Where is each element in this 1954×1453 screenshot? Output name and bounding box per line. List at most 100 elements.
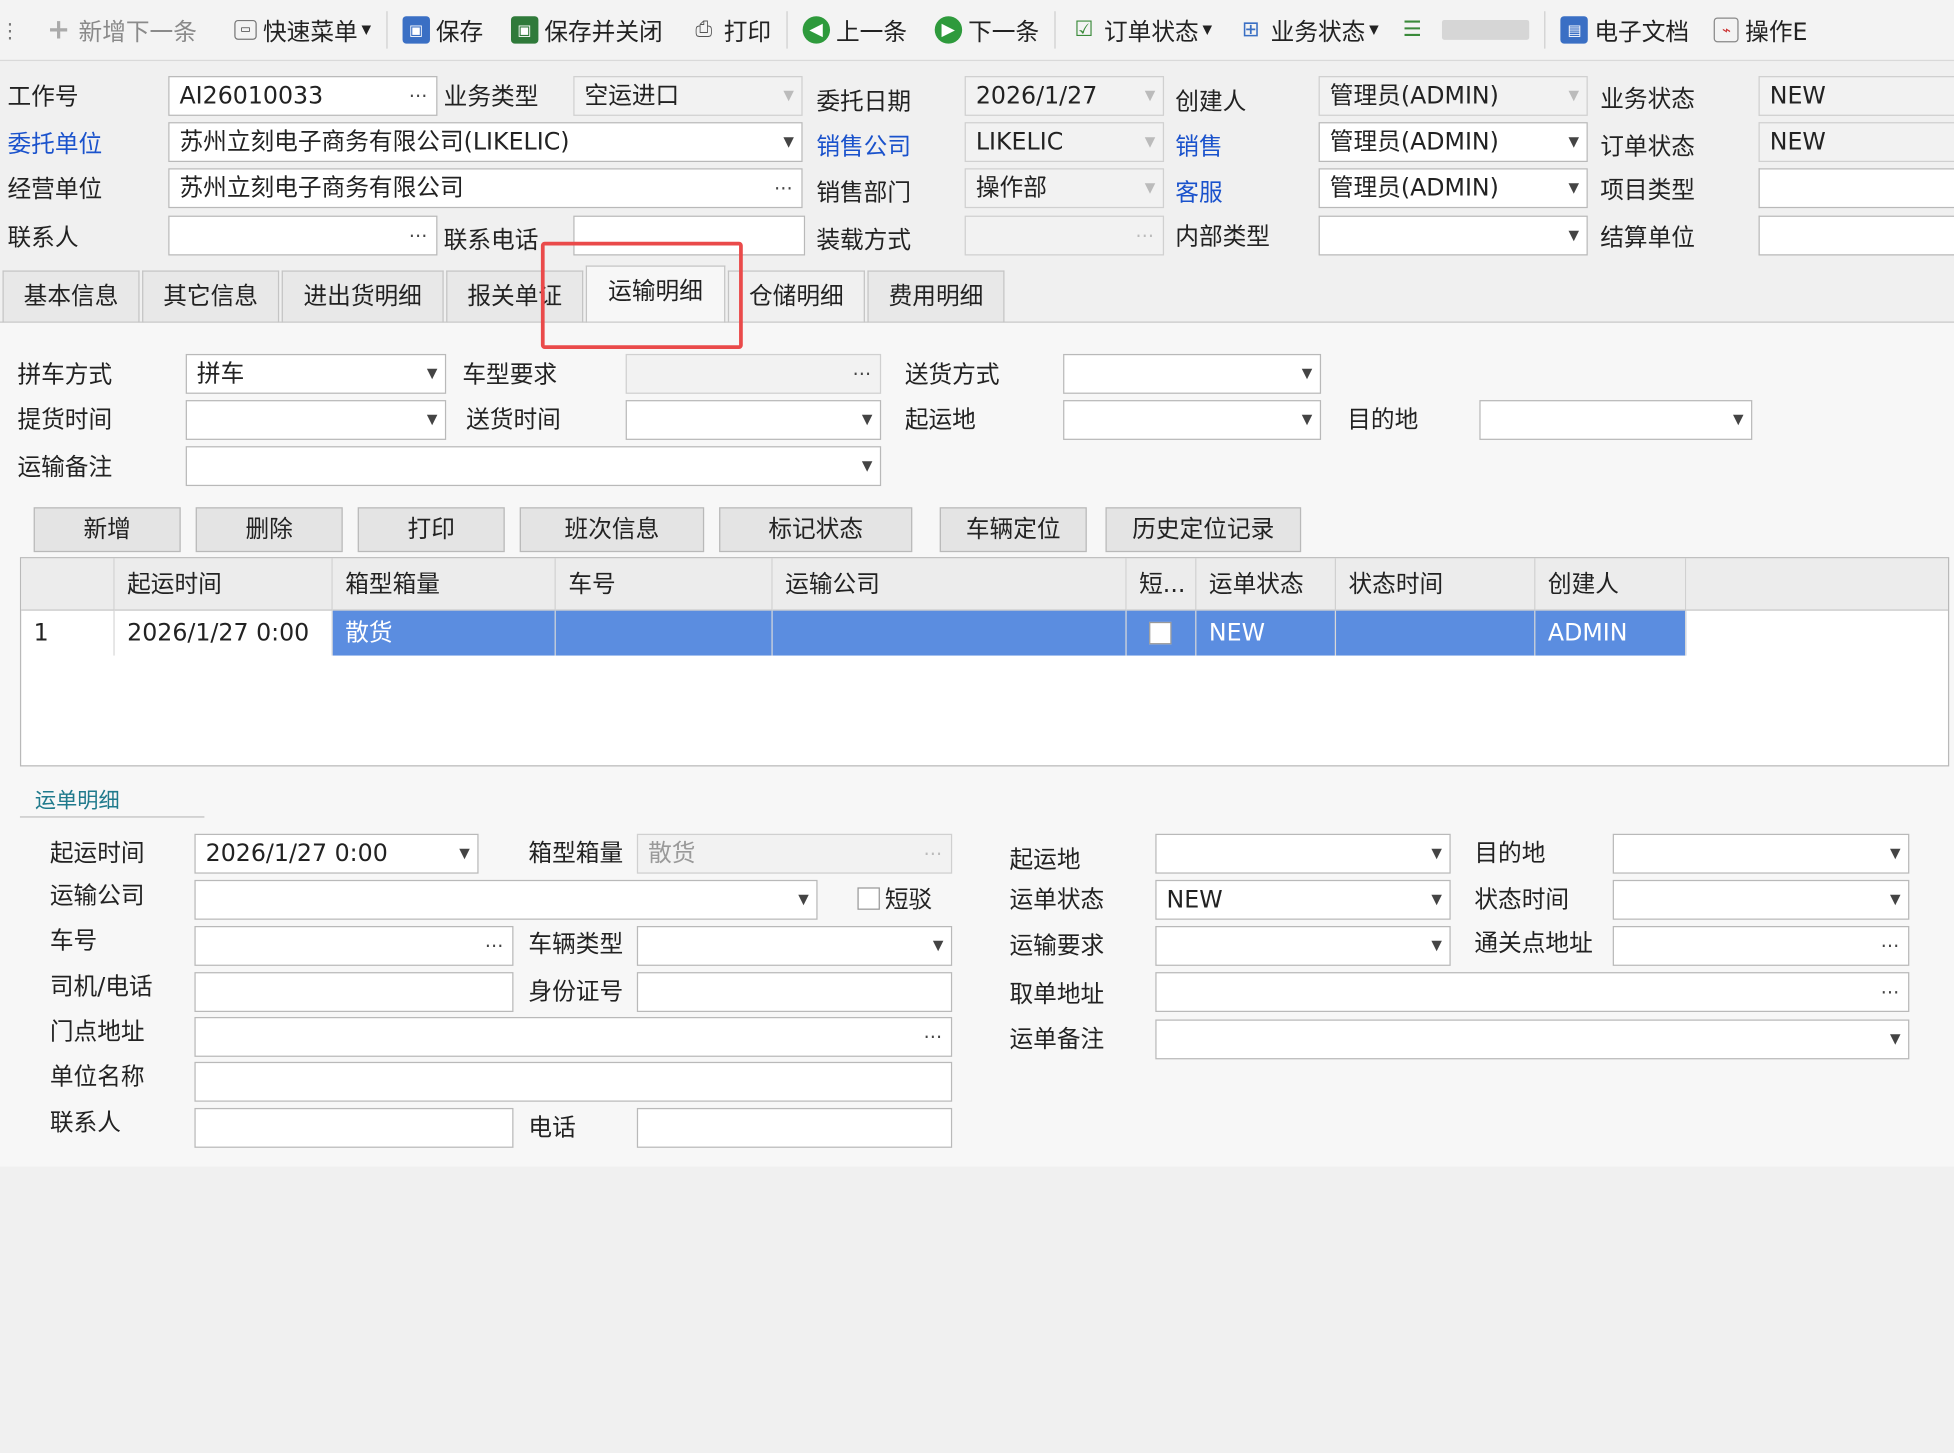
tab-basic-info[interactable]: 基本信息 bbox=[2, 270, 140, 323]
ellipsis-icon[interactable]: … bbox=[1881, 973, 1901, 1005]
wb-status-select[interactable]: NEW ▼ bbox=[1155, 879, 1451, 920]
wb-carrier-select[interactable]: ▼ bbox=[194, 879, 818, 920]
location-history-button[interactable]: 历史定位记录 bbox=[1105, 507, 1302, 553]
wb-phone-label: 电话 bbox=[528, 1114, 576, 1142]
ellipsis-icon[interactable]: … bbox=[485, 927, 505, 959]
blurred-menu-button[interactable]: ☰ bbox=[1391, 7, 1537, 52]
entrust-date-field[interactable]: 2026/1/27 ▼ bbox=[964, 76, 1165, 116]
wb-phone-field[interactable] bbox=[636, 1107, 953, 1148]
grid-cell-creator[interactable]: ADMIN bbox=[1535, 610, 1687, 656]
delete-button[interactable]: 删除 bbox=[195, 507, 343, 553]
short-checkbox[interactable] bbox=[1149, 621, 1172, 645]
print-button[interactable]: ⎙ 打印 bbox=[683, 7, 779, 52]
mark-status-button[interactable]: 标记状态 bbox=[719, 507, 913, 553]
save-close-button[interactable]: ▣ 保存并关闭 bbox=[503, 7, 670, 52]
add-button[interactable]: 新增 bbox=[33, 507, 181, 553]
wb-driver-field[interactable] bbox=[194, 972, 514, 1012]
wb-transport-req-select[interactable]: ▼ bbox=[1155, 926, 1451, 966]
prev-label: 上一条 bbox=[835, 18, 908, 46]
order-status-value: NEW bbox=[1769, 128, 1826, 156]
prev-record-button[interactable]: ◀ 上一条 bbox=[795, 7, 915, 52]
dest-select[interactable]: ▼ bbox=[1479, 400, 1753, 440]
sales-link[interactable]: 销售 bbox=[1175, 130, 1222, 165]
grid-header-carrier[interactable]: 运输公司 bbox=[772, 558, 1127, 611]
wb-plate-field[interactable]: … bbox=[194, 926, 514, 966]
job-no-field[interactable]: AI26010033… bbox=[168, 76, 438, 116]
next-record-button[interactable]: ▶ 下一条 bbox=[927, 7, 1047, 52]
pickup-time-select[interactable]: ▼ bbox=[185, 400, 447, 440]
origin-select[interactable]: ▼ bbox=[1063, 400, 1322, 440]
wb-short-checkbox[interactable] bbox=[857, 887, 880, 910]
ellipsis-icon[interactable]: … bbox=[924, 1018, 944, 1050]
grid-cell-short[interactable] bbox=[1126, 610, 1197, 656]
internal-type-select[interactable]: ▼ bbox=[1318, 215, 1588, 256]
creator-select[interactable]: 管理员(ADMIN) ▼ bbox=[1318, 76, 1588, 116]
wb-status-time-select[interactable]: ▼ bbox=[1612, 879, 1910, 920]
wb-remark-select[interactable]: ▼ bbox=[1155, 1019, 1910, 1060]
ellipsis-icon[interactable]: … bbox=[409, 77, 429, 109]
cs-select[interactable]: 管理员(ADMIN) ▼ bbox=[1318, 168, 1588, 209]
grid-cell-start-time[interactable]: 2026/1/27 0:00 bbox=[115, 610, 333, 656]
vehicle-req-field[interactable]: … bbox=[625, 353, 882, 394]
operator-field[interactable]: 苏州立刻电子商务有限公司… bbox=[168, 168, 803, 209]
ellipsis-icon[interactable]: … bbox=[852, 355, 872, 387]
grid-header-waybill-status[interactable]: 运单状态 bbox=[1196, 558, 1337, 611]
wb-customs-addr-field[interactable]: … bbox=[1612, 926, 1910, 966]
tab-fee-detail[interactable]: 费用明细 bbox=[867, 270, 1005, 323]
sales-company-link[interactable]: 销售公司 bbox=[816, 130, 911, 165]
grid-header-status-time[interactable]: 状态时间 bbox=[1336, 558, 1536, 611]
grid-header-start-time[interactable]: 起运时间 bbox=[114, 558, 333, 611]
sales-select[interactable]: 管理员(ADMIN) ▼ bbox=[1318, 122, 1588, 163]
tab-warehouse-detail[interactable]: 仓储明细 bbox=[727, 270, 865, 323]
wb-unit-field[interactable] bbox=[194, 1061, 953, 1102]
sales-dept-select[interactable]: 操作部 ▼ bbox=[964, 168, 1165, 209]
sales-company-select[interactable]: LIKELIC ▼ bbox=[964, 122, 1165, 163]
wb-door-addr-field[interactable]: … bbox=[194, 1016, 953, 1057]
shift-info-button[interactable]: 班次信息 bbox=[519, 507, 705, 553]
ellipsis-icon[interactable]: … bbox=[774, 169, 794, 201]
business-status-menu[interactable]: ⊞ 业务状态 ▼ bbox=[1230, 7, 1387, 52]
tab-inout-detail[interactable]: 进出货明细 bbox=[281, 270, 444, 323]
quick-menu-button[interactable]: ▭ 快速菜单 ▼ bbox=[227, 7, 379, 52]
wb-origin-select[interactable]: ▼ bbox=[1155, 833, 1451, 874]
ellipsis-icon[interactable]: … bbox=[1881, 927, 1901, 959]
ellipsis-icon[interactable]: … bbox=[409, 217, 429, 249]
order-status-menu[interactable]: ☑ 订单状态 ▼ bbox=[1063, 7, 1220, 52]
wb-dest-select[interactable]: ▼ bbox=[1612, 833, 1910, 874]
grid-header-short[interactable]: 短... bbox=[1126, 558, 1197, 611]
contact-field[interactable]: … bbox=[168, 215, 438, 256]
client-link[interactable]: 委托单位 bbox=[7, 127, 102, 162]
client-select[interactable]: 苏州立刻电子商务有限公司(LIKELIC) ▼ bbox=[168, 122, 803, 163]
wb-id-field[interactable] bbox=[636, 972, 953, 1012]
grid-header-plate[interactable]: 车号 bbox=[555, 558, 773, 611]
grid-cell-plate[interactable] bbox=[555, 610, 773, 656]
transport-remark-select[interactable]: ▼ bbox=[185, 446, 882, 487]
vehicle-locate-button[interactable]: 车辆定位 bbox=[939, 507, 1087, 553]
grid-cell-status-time[interactable] bbox=[1336, 610, 1536, 656]
grid-cell-waybill-status[interactable]: NEW bbox=[1196, 610, 1337, 656]
grid-cell-carrier[interactable] bbox=[772, 610, 1127, 656]
chevron-down-icon: ▼ bbox=[1890, 844, 1901, 862]
project-type-field[interactable] bbox=[1758, 168, 1954, 209]
tab-other-info[interactable]: 其它信息 bbox=[142, 270, 280, 323]
wb-start-time-select[interactable]: 2026/1/27 0:00 ▼ bbox=[194, 833, 479, 874]
delivery-mode-select[interactable]: ▼ bbox=[1063, 353, 1322, 394]
wb-pickup-addr-field[interactable]: … bbox=[1155, 972, 1910, 1012]
wb-vehicle-type-select[interactable]: ▼ bbox=[636, 926, 953, 966]
operation-button[interactable]: ⌁ 操作E bbox=[1707, 7, 1815, 52]
e-docs-button[interactable]: ▤ 电子文档 bbox=[1553, 7, 1696, 52]
grid-cell-container[interactable]: 散货 bbox=[332, 610, 556, 656]
wb-contact-field[interactable] bbox=[194, 1107, 514, 1148]
consolidation-select[interactable]: 拼车 ▼ bbox=[185, 353, 447, 394]
print-waybill-button[interactable]: 打印 bbox=[357, 507, 505, 553]
settle-field[interactable] bbox=[1758, 215, 1954, 256]
new-next-button[interactable]: + 新增下一条 bbox=[37, 7, 204, 52]
wb-container-field[interactable]: 散货… bbox=[636, 833, 953, 874]
grid-header-container[interactable]: 箱型箱量 bbox=[332, 558, 556, 611]
delivery-time-select[interactable]: ▼ bbox=[625, 400, 882, 440]
grid-header-creator[interactable]: 创建人 bbox=[1535, 558, 1687, 611]
cs-link[interactable]: 客服 bbox=[1175, 176, 1222, 211]
save-button[interactable]: ▣ 保存 bbox=[395, 7, 491, 52]
loading-field[interactable]: … bbox=[964, 215, 1165, 256]
biz-type-select[interactable]: 空运进口 ▼ bbox=[573, 76, 803, 116]
